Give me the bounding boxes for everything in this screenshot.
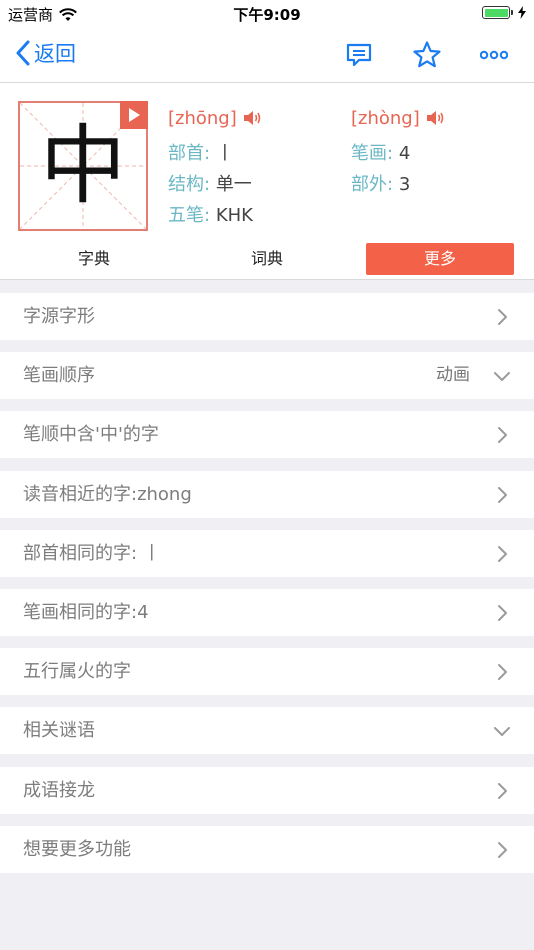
list-item[interactable]: 笔顺中含'中'的字 [0, 411, 534, 458]
outer-strokes-label: 部外: [351, 174, 394, 195]
tab-bar: 字典 词典 更多 [0, 243, 534, 275]
chevron-down-icon [494, 727, 510, 736]
back-label: 返回 [34, 42, 76, 66]
list-item[interactable]: 相关谜语 [0, 707, 534, 754]
character-box: 中 [18, 101, 148, 231]
chevron-right-icon [498, 605, 507, 621]
outer-strokes-row: 部外: 3 [351, 170, 410, 196]
pinyin-1-row[interactable]: [zhōng] [168, 108, 262, 129]
list-item[interactable]: 成语接龙 [0, 767, 534, 814]
radical-value: 丨 [215, 143, 234, 164]
favorite-button[interactable] [411, 39, 443, 71]
radical-row: 部首: 丨 [168, 139, 234, 165]
chevron-right-icon [498, 664, 507, 680]
list-item-label: 相关谜语 [23, 720, 95, 741]
strokes-row: 笔画: 4 [351, 139, 410, 165]
chevron-right-icon [498, 427, 507, 443]
chevron-right-icon [498, 546, 507, 562]
speaker-icon [244, 111, 261, 125]
play-icon [129, 108, 140, 122]
strokes-value: 4 [398, 143, 411, 164]
list-item-label: 笔画相同的字:4 [23, 602, 149, 623]
list-item-label: 读音相近的字:zhong [23, 484, 192, 505]
more-dots-icon [480, 50, 508, 60]
chevron-right-icon [498, 487, 507, 503]
back-button[interactable]: 返回 [16, 38, 76, 68]
chevron-down-icon [494, 372, 510, 381]
list-item[interactable]: 字源字形 [0, 293, 534, 340]
radical-label: 部首: [168, 143, 211, 164]
structure-label: 结构: [168, 174, 211, 195]
pinyin-2-row[interactable]: [zhòng] [351, 108, 445, 129]
character-panel: 中 [zhōng] 部首: 丨 结构: 单一 五笔: KHK [zhòng] 笔… [0, 83, 534, 280]
pinyin-1: [zhōng] [168, 108, 237, 129]
list-item-label: 字源字形 [23, 306, 95, 327]
structure-value: 单一 [215, 174, 252, 195]
speaker-icon [427, 111, 444, 125]
list-item-extra: 动画 [436, 365, 470, 385]
battery-icon [482, 6, 513, 19]
comment-icon [346, 43, 372, 67]
comment-button[interactable] [343, 39, 375, 71]
chevron-right-icon [498, 783, 507, 799]
nav-bar: 返回 [0, 28, 534, 83]
more-button[interactable] [478, 39, 510, 71]
list-item[interactable]: 部首相同的字: 丨 [0, 530, 534, 577]
list-item-label: 部首相同的字: 丨 [23, 543, 161, 564]
charging-icon [518, 6, 526, 19]
status-time: 下午9:09 [233, 6, 301, 24]
list-item-label: 成语接龙 [23, 780, 95, 801]
list-item[interactable]: 五行属火的字 [0, 648, 534, 695]
strokes-label: 笔画: [351, 143, 394, 164]
tab-dictionary[interactable]: 字典 [20, 243, 168, 275]
star-icon [413, 41, 441, 68]
list-item[interactable]: 读音相近的字:zhong [0, 471, 534, 518]
pinyin-2: [zhòng] [351, 108, 420, 129]
list-item-label: 五行属火的字 [23, 661, 131, 682]
wubi-label: 五笔: [168, 205, 211, 226]
list-item-label: 想要更多功能 [23, 839, 131, 860]
status-right [482, 6, 526, 19]
list-item[interactable]: 笔画相同的字:4 [0, 589, 534, 636]
wubi-row: 五笔: KHK [168, 201, 253, 227]
list-item[interactable]: 想要更多功能 [0, 826, 534, 873]
outer-strokes-value: 3 [398, 174, 411, 195]
play-stroke-button[interactable] [120, 101, 148, 129]
status-bar: 运营商 下午9:09 [0, 0, 534, 28]
tab-more[interactable]: 更多 [366, 243, 514, 275]
chevron-right-icon [498, 309, 507, 325]
list-item[interactable]: 笔画顺序 动画 [0, 352, 534, 399]
chevron-left-icon [16, 40, 30, 66]
wubi-value: KHK [215, 205, 253, 226]
structure-row: 结构: 单一 [168, 170, 252, 196]
list-item-label: 笔顺中含'中'的字 [23, 424, 159, 445]
tab-word-dictionary[interactable]: 词典 [193, 243, 341, 275]
chevron-right-icon [498, 842, 507, 858]
list-item-label: 笔画顺序 [23, 365, 95, 386]
